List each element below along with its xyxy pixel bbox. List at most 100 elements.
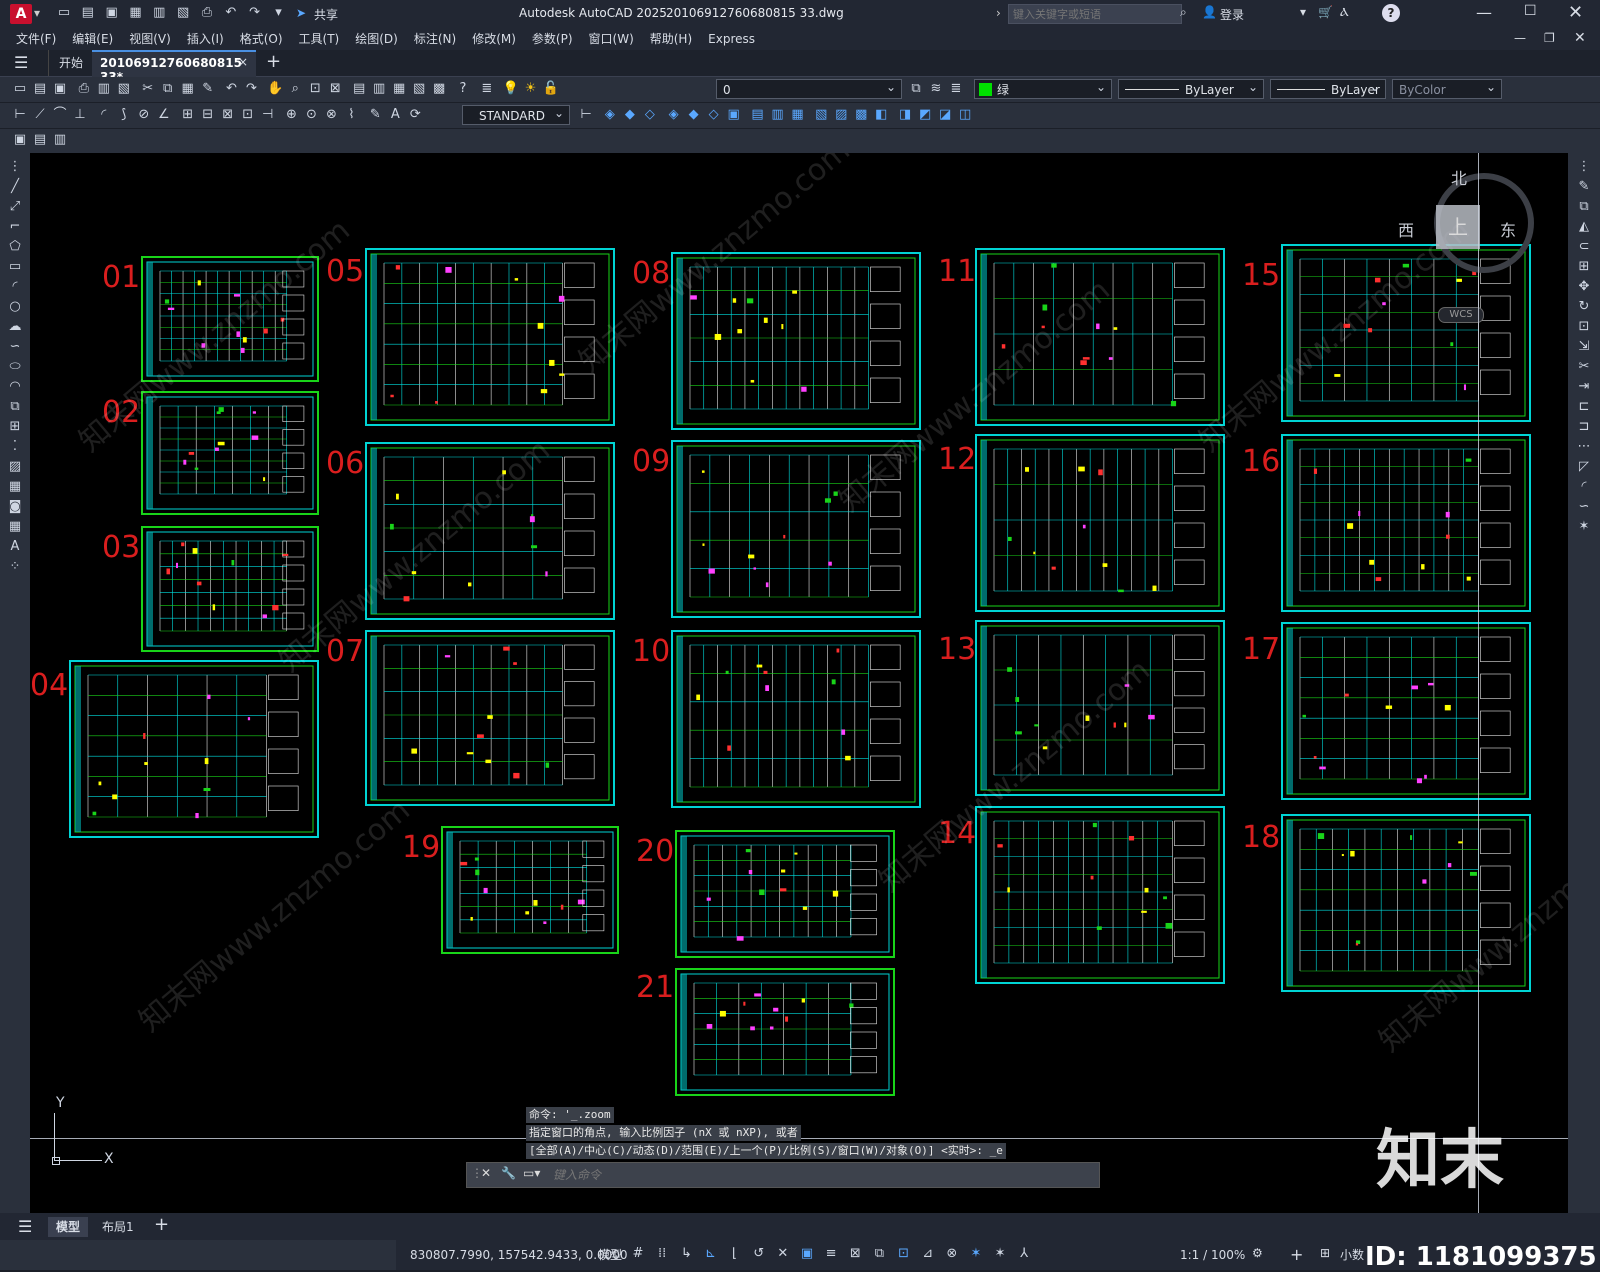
- grid-icon[interactable]: #: [630, 1246, 646, 1262]
- tab-start[interactable]: 开始: [48, 50, 93, 76]
- intersect-icon[interactable]: ▦: [789, 107, 805, 123]
- array-icon[interactable]: ⊞: [1576, 257, 1592, 277]
- make-current-layer-icon[interactable]: ⧉: [908, 81, 924, 97]
- open-from-web-icon[interactable]: ▥: [151, 5, 167, 21]
- drag-handle-icon[interactable]: ⋮: [7, 157, 23, 177]
- isodraft-icon[interactable]: ⌊: [727, 1246, 743, 1262]
- undo-icon[interactable]: ↶: [223, 5, 239, 21]
- coordinates-readout[interactable]: 830807.7990, 157542.9433, 0.0000: [410, 1246, 628, 1264]
- dim-update-icon[interactable]: ⟳: [407, 107, 423, 123]
- drawing-sheet[interactable]: [975, 434, 1225, 612]
- model-space-toggle[interactable]: 模型: [598, 1246, 622, 1264]
- annotation-visibility-icon[interactable]: ✶: [968, 1246, 984, 1262]
- dimstyle-manager-icon[interactable]: ⊢: [578, 107, 594, 123]
- dynamic-input-icon[interactable]: ↳: [678, 1246, 694, 1262]
- layer-on-icon[interactable]: 💡: [503, 81, 519, 97]
- break-icon[interactable]: ⊐: [1576, 417, 1592, 437]
- ellipse-arc-tool-icon[interactable]: ◠: [7, 377, 23, 397]
- help-icon[interactable]: ?: [455, 81, 471, 97]
- copy-object-icon[interactable]: ⧉: [1576, 197, 1592, 217]
- rotate-icon[interactable]: ↻: [1576, 297, 1592, 317]
- fillet-icon[interactable]: ◜: [1576, 477, 1592, 497]
- selection-filter-icon[interactable]: ⊗: [944, 1246, 960, 1262]
- maximize-icon[interactable]: ☐: [1524, 3, 1537, 19]
- baseline-dim-icon[interactable]: ⊟: [200, 107, 216, 123]
- explode-icon[interactable]: ✶: [1576, 517, 1592, 537]
- linear-dim-icon[interactable]: ⊢: [12, 107, 28, 123]
- 3d-osnap-icon[interactable]: ⊡: [896, 1246, 912, 1262]
- trim-icon[interactable]: ✂: [1576, 357, 1592, 377]
- viewcube-north[interactable]: 北: [1451, 165, 1467, 189]
- line-tool-icon[interactable]: ╱: [7, 177, 23, 197]
- sheet-set-icon[interactable]: ▧: [411, 81, 427, 97]
- radius-dim-icon[interactable]: ◜: [96, 107, 112, 123]
- command-close-icon[interactable]: ✕: [481, 1166, 491, 1180]
- erase-icon[interactable]: ✎: [1576, 177, 1592, 197]
- cut-icon[interactable]: ✂: [140, 81, 156, 97]
- transparency-icon[interactable]: ⊠: [847, 1246, 863, 1262]
- undo-icon[interactable]: ↶: [223, 81, 239, 97]
- snap-icon[interactable]: ⁞⁞: [654, 1246, 670, 1262]
- search-icon[interactable]: ⌕: [1180, 5, 1187, 20]
- menu-item[interactable]: 格式(O): [232, 28, 291, 50]
- table-tool-icon[interactable]: ▦: [7, 517, 23, 537]
- arc-length-icon[interactable]: ⌒: [52, 107, 68, 123]
- annotation-scale-icon[interactable]: ⅄: [1016, 1246, 1032, 1262]
- workspace-gear-icon[interactable]: ⚙: [1252, 1246, 1263, 1260]
- color-dropdown[interactable]: 绿: [974, 77, 1112, 99]
- polygon-tool-icon[interactable]: ⬠: [7, 237, 23, 257]
- doc-close-icon[interactable]: ✕: [1574, 30, 1586, 46]
- union-icon[interactable]: ▤: [749, 107, 765, 123]
- polar-icon[interactable]: ↺: [751, 1246, 767, 1262]
- drawing-sheet[interactable]: [1281, 622, 1531, 800]
- jogged-icon[interactable]: ⟆: [116, 107, 132, 123]
- doc-restore-icon[interactable]: ❐: [1544, 31, 1555, 45]
- view-icon[interactable]: ◆: [622, 107, 638, 123]
- render-icon[interactable]: ◈: [666, 107, 682, 123]
- make-block-icon[interactable]: ⊞: [7, 417, 23, 437]
- menu-item[interactable]: 工具(T): [291, 28, 348, 50]
- search-expand-icon[interactable]: ›: [996, 6, 1001, 20]
- cart-icon[interactable]: 🛒: [1318, 5, 1333, 19]
- units-icon[interactable]: ⊞: [1320, 1246, 1330, 1260]
- revolve-icon[interactable]: ▨: [833, 107, 849, 123]
- solid-box-icon[interactable]: ▣: [726, 107, 742, 123]
- dim-space-icon[interactable]: ⊡: [240, 107, 256, 123]
- drawing-sheet[interactable]: [141, 391, 319, 515]
- stretch-icon[interactable]: ⇲: [1576, 337, 1592, 357]
- tab-document[interactable]: 20106912760680815 33* ×: [92, 50, 256, 84]
- menu-item[interactable]: 编辑(E): [64, 28, 121, 50]
- tab-layout1[interactable]: 布局1: [94, 1217, 142, 1237]
- save-icon[interactable]: ▣: [52, 81, 68, 97]
- login-button[interactable]: 登录: [1220, 6, 1244, 23]
- doc-minimize-icon[interactable]: —: [1514, 31, 1526, 45]
- section-icon[interactable]: ◪: [937, 107, 953, 123]
- menu-item[interactable]: 参数(P): [524, 28, 581, 50]
- units-dropdown[interactable]: 小数: [1340, 1246, 1364, 1264]
- menu-item[interactable]: 绘图(D): [347, 28, 406, 50]
- minimize-icon[interactable]: —: [1476, 3, 1492, 22]
- customize-icon[interactable]: 🔧: [501, 1166, 516, 1180]
- point-tool-icon[interactable]: ⁚: [7, 437, 23, 457]
- properties-icon[interactable]: ▤: [351, 81, 367, 97]
- sweep-icon[interactable]: ▩: [853, 107, 869, 123]
- drawing-sheet[interactable]: [365, 248, 615, 426]
- zoom-window-icon[interactable]: ⊡: [307, 81, 323, 97]
- orbit-icon[interactable]: ◈: [602, 107, 618, 123]
- mirror-icon[interactable]: ◭: [1576, 217, 1592, 237]
- print-icon[interactable]: ⎙: [76, 81, 92, 97]
- dynamic-ucs-icon[interactable]: ⊿: [920, 1246, 936, 1262]
- circle-tool-icon[interactable]: ○: [7, 297, 23, 317]
- model-space-canvas[interactable]: 01 02 03 04 05 06 07 08 09 10 11 12 13 14 15 16 17 18 19 20…: [30, 153, 1568, 1213]
- pan-icon[interactable]: ✋: [267, 81, 283, 97]
- tool-palettes-icon[interactable]: ▦: [391, 81, 407, 97]
- extrude-icon[interactable]: ▧: [813, 107, 829, 123]
- copy-icon[interactable]: ⧉: [160, 81, 176, 97]
- menu-item[interactable]: 修改(M): [464, 28, 524, 50]
- search-input[interactable]: [1008, 4, 1182, 24]
- drawing-sheet[interactable]: [365, 630, 615, 806]
- dimstyle-dropdown[interactable]: STANDARD: [462, 103, 570, 125]
- design-center-icon[interactable]: ▥: [371, 81, 387, 97]
- subtract-icon[interactable]: ▥: [769, 107, 785, 123]
- drawing-sheet[interactable]: [975, 806, 1225, 984]
